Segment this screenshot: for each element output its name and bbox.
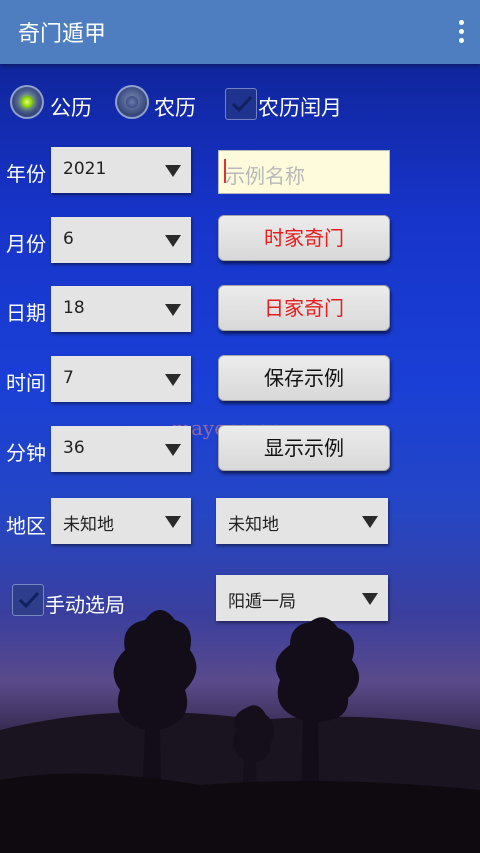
region-label: 地区 [6, 514, 46, 538]
solar-label: 公历 [50, 96, 92, 120]
year-select[interactable]: 2021 [51, 147, 191, 193]
month-value: 6 [63, 229, 74, 249]
lunar-radio[interactable] [115, 85, 149, 119]
month-select[interactable]: 6 [51, 217, 191, 263]
save-example-button[interactable]: 保存示例 [218, 355, 390, 401]
minute-value: 36 [63, 438, 85, 458]
year-value: 2021 [63, 159, 107, 179]
minute-label: 分钟 [6, 441, 46, 465]
hour-label: 时间 [6, 371, 46, 395]
dropdown-arrow-icon [165, 165, 181, 177]
tree-silhouette-background [0, 610, 480, 853]
sub-region-select[interactable]: 未知地 [216, 498, 388, 544]
region-value: 未知地 [63, 515, 114, 535]
region-select[interactable]: 未知地 [51, 498, 191, 544]
hour-select[interactable]: 7 [51, 356, 191, 402]
minute-select[interactable]: 36 [51, 426, 191, 472]
year-label: 年份 [6, 162, 46, 186]
app-title: 奇门遁甲 [18, 22, 107, 47]
example-name-placeholder: 示例名称 [225, 164, 305, 188]
leap-month-checkbox[interactable] [225, 88, 257, 120]
lunar-label: 农历 [154, 96, 196, 120]
show-example-button[interactable]: 显示示例 [218, 425, 390, 471]
hour-qimen-button[interactable]: 时家奇门 [218, 215, 390, 261]
day-qimen-button[interactable]: 日家奇门 [218, 285, 390, 331]
dropdown-arrow-icon [165, 374, 181, 386]
more-vert-icon[interactable] [456, 20, 466, 44]
dropdown-arrow-icon [165, 304, 181, 316]
day-value: 18 [63, 298, 85, 318]
example-name-input[interactable]: 示例名称 [218, 150, 390, 194]
check-icon [231, 95, 253, 113]
app-bar: 奇门遁甲 [0, 0, 480, 64]
sub-region-value: 未知地 [228, 515, 279, 535]
hour-value: 7 [63, 368, 74, 388]
leap-month-label: 农历闰月 [258, 96, 342, 120]
solar-radio[interactable] [10, 85, 44, 119]
dropdown-arrow-icon [165, 235, 181, 247]
month-label: 月份 [6, 232, 46, 256]
dropdown-arrow-icon [362, 516, 378, 528]
day-label: 日期 [6, 301, 46, 325]
day-select[interactable]: 18 [51, 286, 191, 332]
dropdown-arrow-icon [165, 516, 181, 528]
dropdown-arrow-icon [165, 444, 181, 456]
